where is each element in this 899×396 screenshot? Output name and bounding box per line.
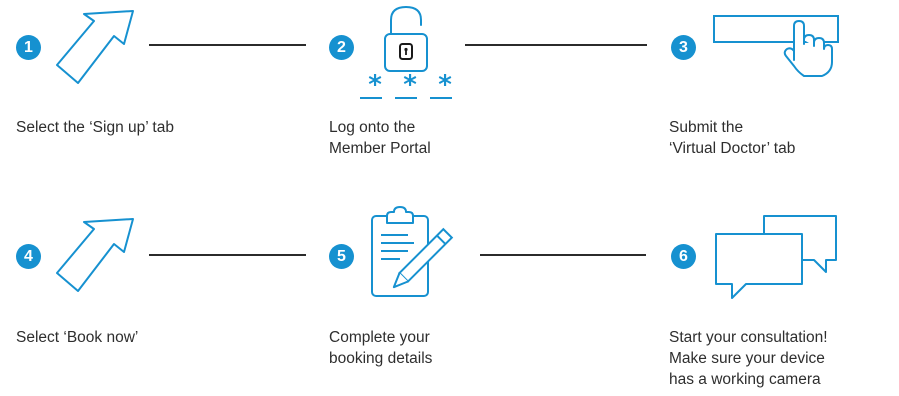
step-1-number-badge: 1 bbox=[16, 35, 41, 60]
connector-5-6 bbox=[480, 254, 646, 256]
password-mask-2: * bbox=[403, 70, 417, 100]
arrow-cursor-icon bbox=[56, 10, 134, 84]
password-mask-1: * bbox=[368, 70, 382, 100]
step-5-number-badge: 5 bbox=[329, 244, 354, 269]
step-6-caption: Start your consultation! Make sure your … bbox=[669, 329, 828, 388]
step-2-number-badge: 2 bbox=[329, 35, 354, 60]
chat-bubbles-icon bbox=[715, 215, 837, 299]
step-5-caption: Complete your booking details bbox=[329, 329, 433, 367]
arrow-cursor-icon bbox=[56, 218, 134, 292]
step-1-caption: Select the ‘Sign up’ tab bbox=[16, 119, 174, 136]
step-3-caption: Submit the ‘Virtual Doctor’ tab bbox=[669, 119, 796, 157]
connector-1-2 bbox=[149, 44, 306, 46]
password-mask-3: * bbox=[438, 70, 452, 100]
connector-4-5 bbox=[149, 254, 306, 256]
connector-2-3 bbox=[465, 44, 647, 46]
step-3-number-badge: 3 bbox=[671, 35, 696, 60]
step-6-number-badge: 6 bbox=[671, 244, 696, 269]
step-2-caption: Log onto the Member Portal bbox=[329, 119, 431, 157]
clipboard-pencil-icon bbox=[371, 206, 454, 297]
step-4-caption: Select ‘Book now’ bbox=[16, 329, 139, 346]
hand-tap-button-icon bbox=[713, 15, 839, 77]
step-4-number-badge: 4 bbox=[16, 244, 41, 269]
